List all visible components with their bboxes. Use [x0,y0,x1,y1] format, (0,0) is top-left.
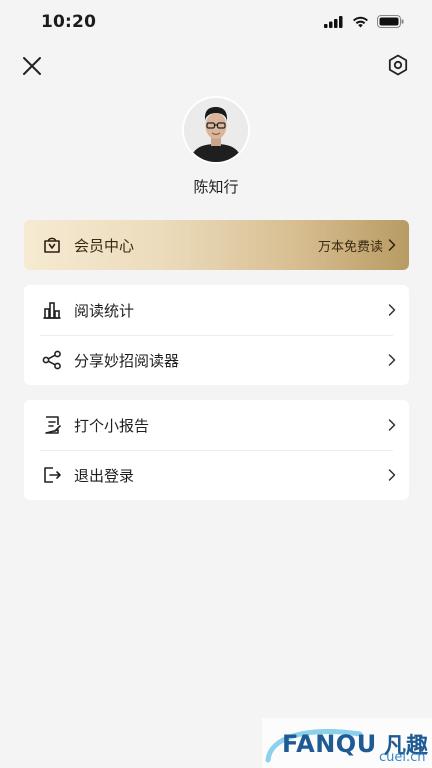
menu-item-label: 打个小报告 [74,417,150,435]
bar-chart-icon [43,302,61,319]
menu-card-reading: 阅读统计 分享妙招阅读器 [24,285,409,385]
menu-item-label: 分享妙招阅读器 [74,352,180,370]
wifi-icon [353,16,368,27]
settings-button[interactable] [384,51,412,79]
status-bar: 10:20 [0,0,432,46]
user-name: 陈知行 [193,178,239,196]
gear-icon [388,54,408,76]
avatar[interactable] [184,98,248,162]
logout-icon [44,467,61,483]
watermark: FANQU 凡趣 cuel.cn [262,718,432,768]
status-time: 10:20 [41,12,97,32]
report-icon [45,416,61,434]
cellular-signal-icon [324,15,343,28]
chevron-right-icon [388,239,396,251]
menu-item-label: 退出登录 [74,467,135,485]
vip-center-card[interactable]: 会员中心 万本免费读 [24,220,409,270]
menu-item-label: 阅读统计 [74,302,135,320]
watermark-url: cuel.cn [379,750,426,765]
vip-bag-icon [44,237,60,253]
chevron-right-icon [388,419,396,431]
chevron-right-icon [388,469,396,481]
close-icon [23,57,41,75]
menu-item-logout[interactable]: 退出登录 [24,450,409,500]
share-icon [42,350,61,370]
profile-screen: 10:20 陈知行 会员中心 万本免费读 阅读统计 分享妙招阅读器 打个小报告 … [0,0,432,768]
close-button[interactable] [18,52,46,80]
menu-item-share-reader[interactable]: 分享妙招阅读器 [24,335,409,385]
watermark-brand: FANQU [282,730,377,758]
vip-center-title: 会员中心 [74,237,135,255]
menu-item-report[interactable]: 打个小报告 [24,400,409,450]
avatar-photo-icon [184,98,248,162]
chevron-right-icon [388,304,396,316]
battery-icon [377,15,404,28]
vip-center-subtitle: 万本免费读 [317,240,383,255]
status-icons [324,15,404,28]
menu-item-reading-stats[interactable]: 阅读统计 [24,285,409,335]
menu-card-account: 打个小报告 退出登录 [24,400,409,500]
chevron-right-icon [388,354,396,366]
